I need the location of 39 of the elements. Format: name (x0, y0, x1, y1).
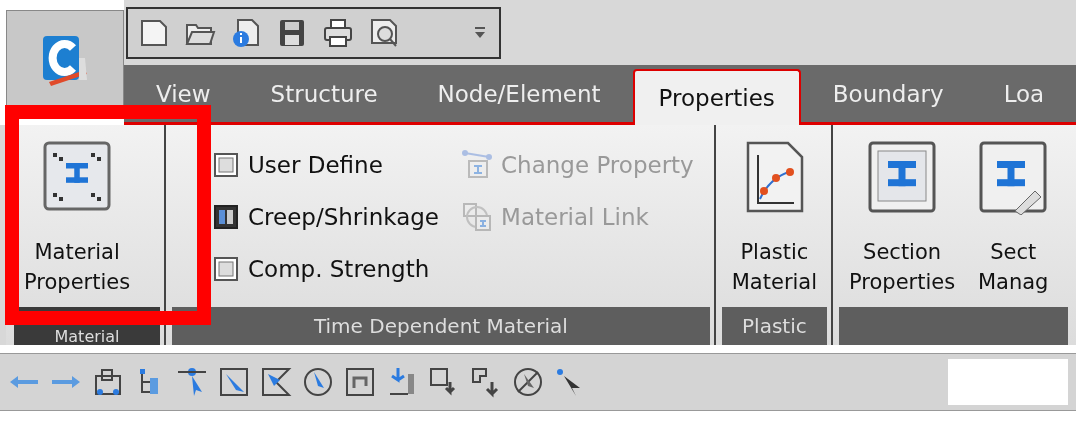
ribbon-button[interactable]: Sect Manag (965, 125, 1062, 297)
ribbon-button[interactable]: Plastic Material (721, 125, 828, 297)
table-icon (212, 203, 240, 231)
button-label: Properties (24, 269, 131, 296)
property-icon (461, 149, 494, 181)
button-label: Material (731, 269, 818, 296)
button-label: Section (863, 239, 942, 266)
ribbon-tab[interactable]: Structure (242, 66, 406, 122)
select-polygon-icon[interactable] (260, 366, 292, 398)
ribbon-tab[interactable]: Loa (975, 66, 1073, 122)
ribbon-button[interactable]: Material Properties (14, 125, 141, 297)
ribbon-tab[interactable]: View (128, 66, 239, 122)
ribbon-menu-item[interactable]: Creep/Shrinkage (212, 191, 440, 243)
file-info-icon[interactable] (230, 16, 262, 49)
frame-icon[interactable] (92, 366, 124, 398)
button-label: Manag (977, 269, 1049, 296)
table-icon (212, 255, 240, 283)
print-preview-icon[interactable] (368, 16, 400, 49)
ribbon-tab[interactable]: Node/Element (409, 66, 629, 122)
button-label: Properties (849, 269, 956, 296)
group-label: Plastic (742, 313, 807, 340)
button-label: Material (34, 239, 120, 266)
ribbon-tab[interactable]: Properties (632, 69, 801, 125)
customize-caret-icon[interactable] (474, 25, 486, 40)
ribbon-button[interactable]: Section Properties (839, 125, 966, 297)
ribbon-tab[interactable]: Boundary (804, 66, 972, 122)
group-label: Material (54, 328, 120, 345)
button-label: Plastic (740, 239, 809, 266)
group-label: Time Dependent Material (313, 313, 568, 340)
ribbon-menu-item[interactable]: User Define (212, 139, 440, 191)
select-window-icon[interactable] (218, 366, 250, 398)
table-icon (212, 151, 240, 179)
link-icon (461, 201, 494, 233)
ribbon-menu-item[interactable]: Comp. Strength (212, 243, 440, 295)
select-circle-icon[interactable] (302, 366, 334, 398)
button-label: Sect (990, 239, 1037, 266)
print-icon[interactable] (322, 16, 354, 49)
command-field[interactable] (948, 359, 1068, 405)
no-select-icon[interactable] (512, 366, 544, 398)
